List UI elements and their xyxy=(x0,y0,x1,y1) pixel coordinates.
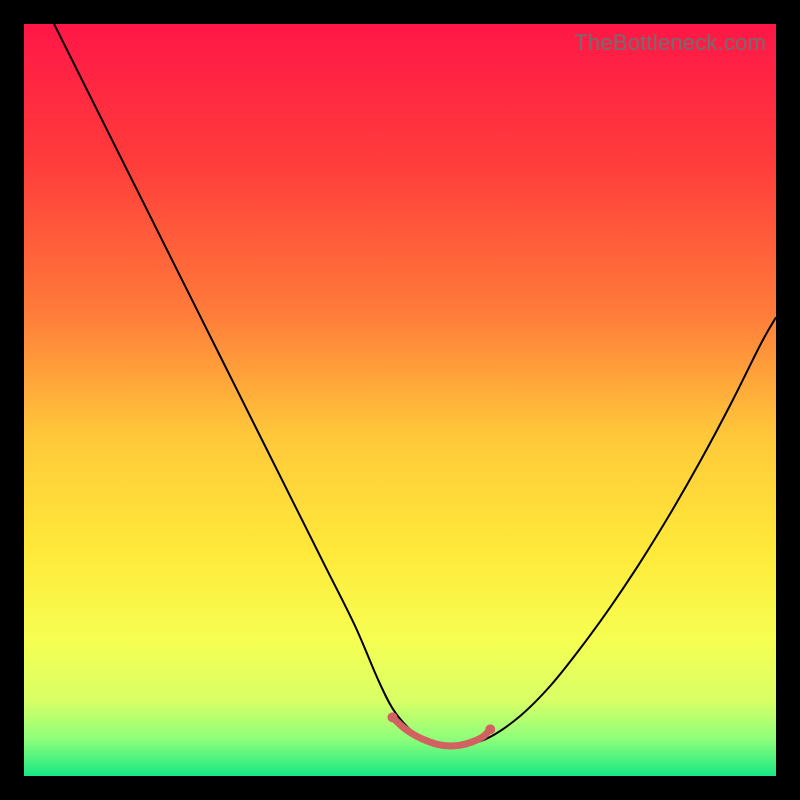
chart-frame: TheBottleneck.com xyxy=(24,24,776,776)
highlight-endpoint-dot xyxy=(387,712,397,722)
chart-background xyxy=(24,24,776,776)
highlight-endpoint-dot xyxy=(485,724,495,734)
chart-plot-area xyxy=(24,24,776,776)
chart-svg xyxy=(24,24,776,776)
watermark-text: TheBottleneck.com xyxy=(574,30,766,56)
